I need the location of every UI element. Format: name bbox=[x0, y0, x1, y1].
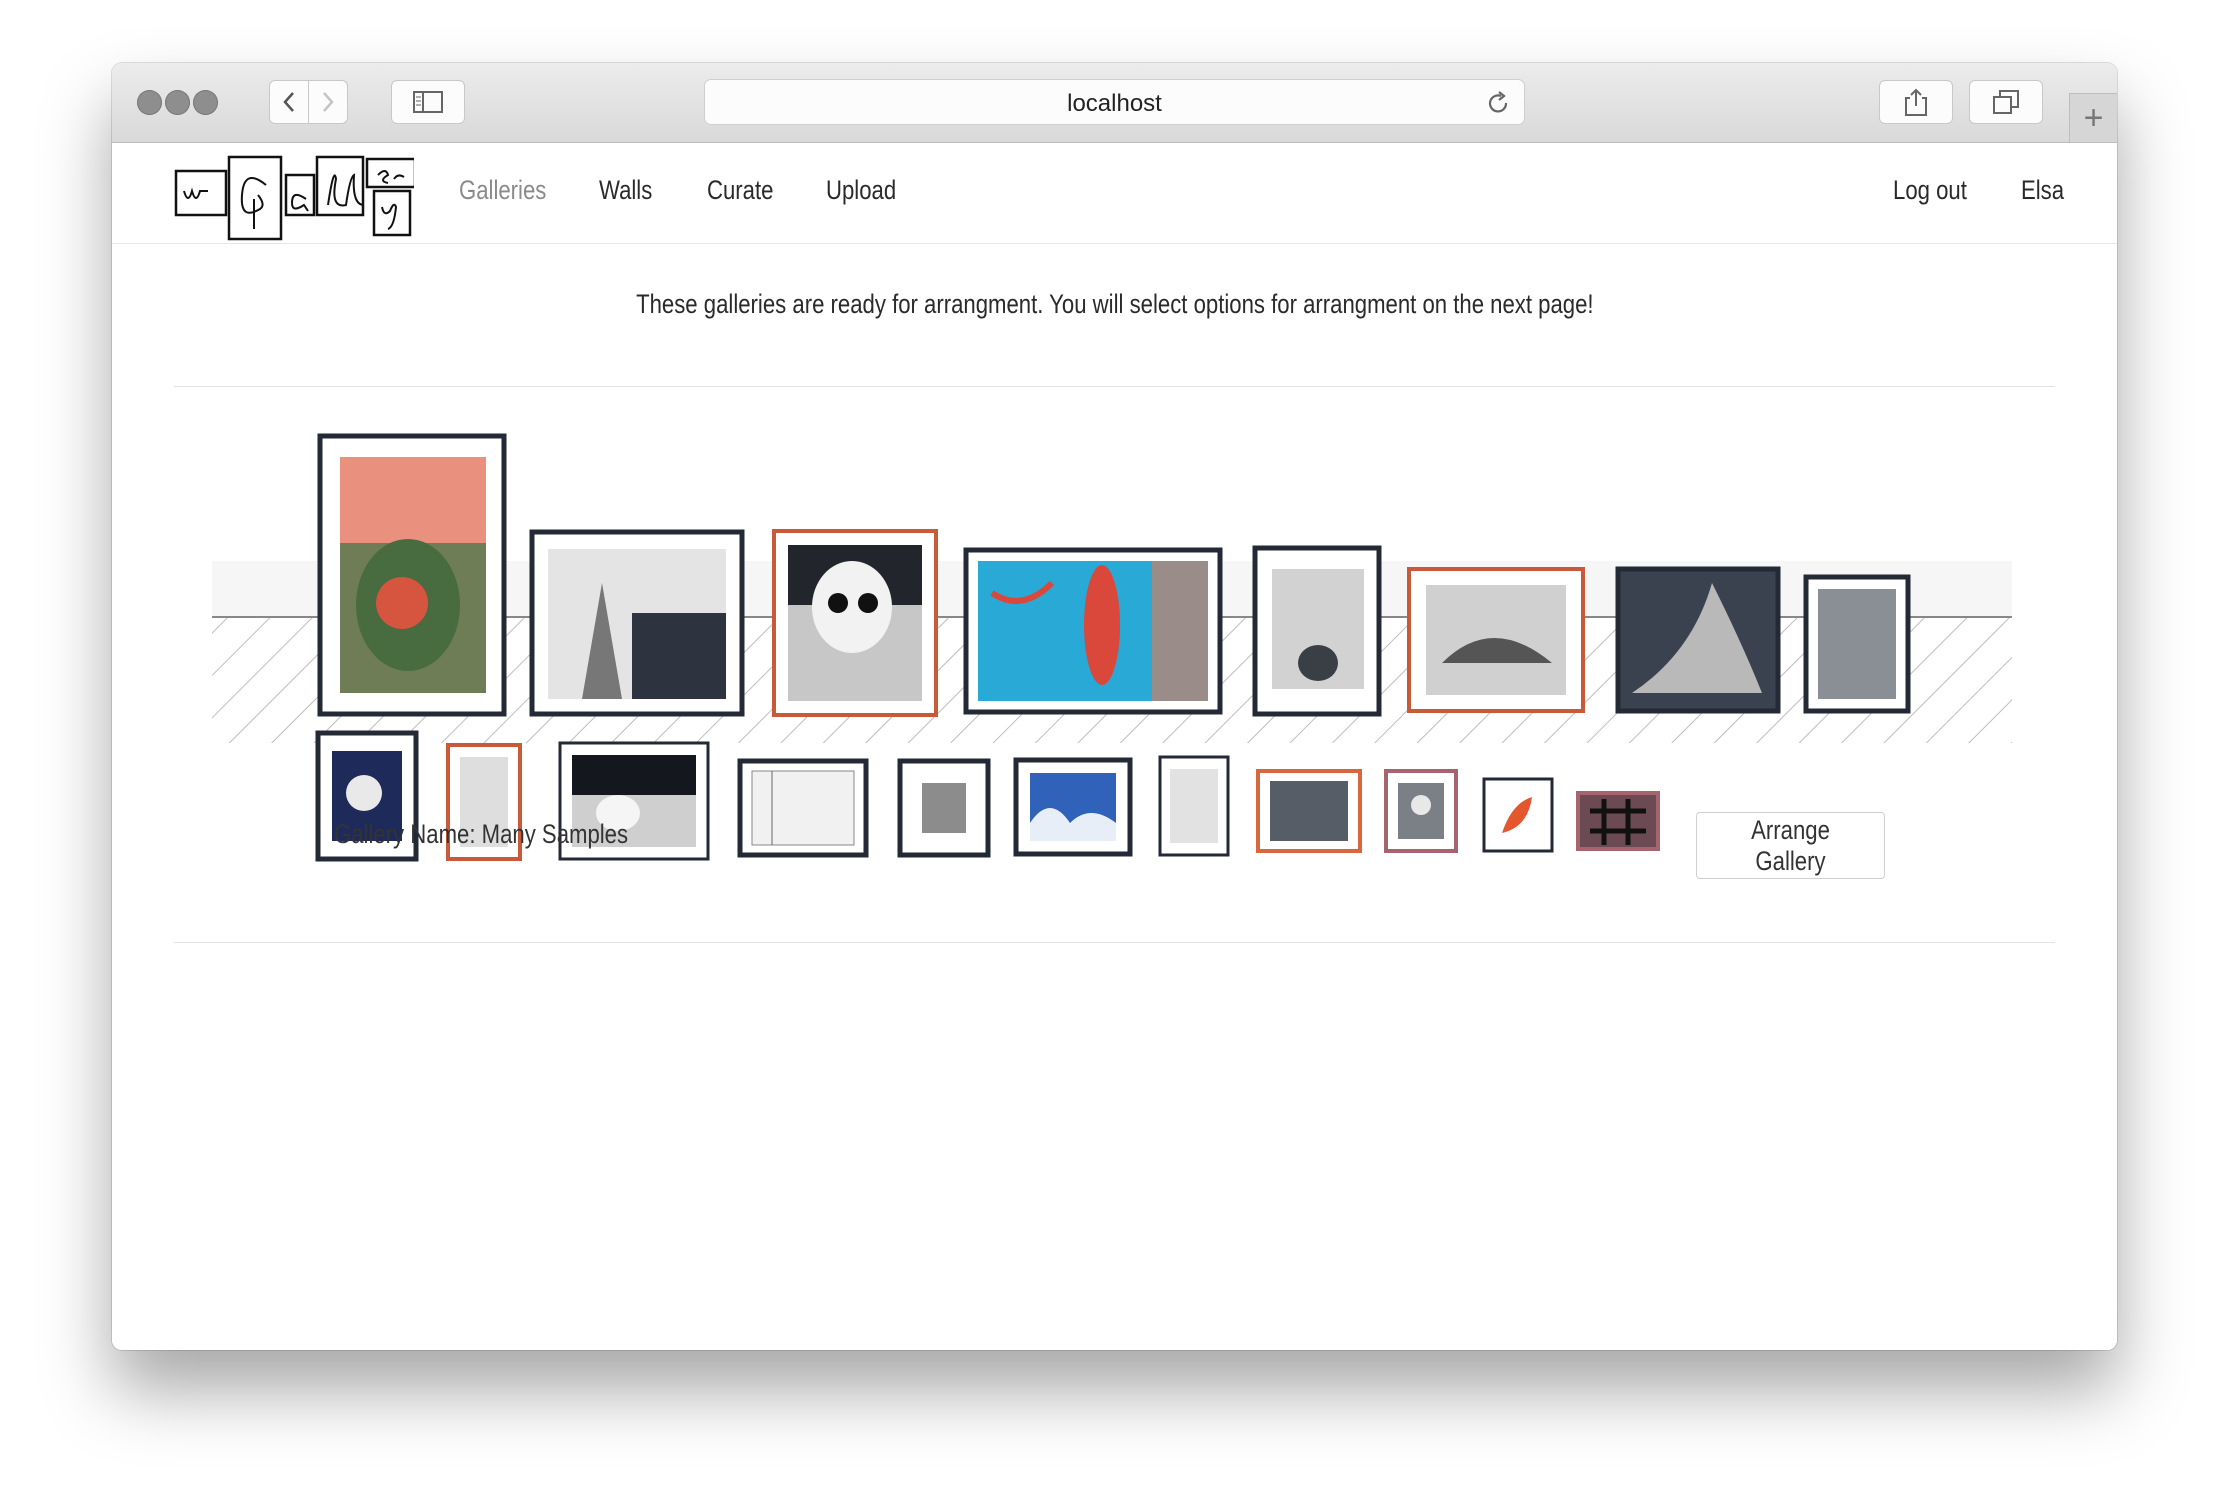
artwork-frame bbox=[1615, 566, 1781, 714]
browser-toolbar: localhost + bbox=[112, 63, 2117, 143]
artwork-frame bbox=[1013, 757, 1133, 857]
reload-icon[interactable] bbox=[1486, 90, 1510, 116]
nav-user[interactable]: Elsa bbox=[2021, 175, 2064, 206]
info-message: These galleries are ready for arrangment… bbox=[635, 289, 1594, 319]
chevron-right-icon bbox=[323, 92, 334, 112]
tabs-icon bbox=[1993, 90, 2019, 114]
artwork-frame bbox=[737, 758, 869, 858]
wgallery-logo[interactable] bbox=[174, 149, 414, 241]
share-icon bbox=[1905, 88, 1927, 116]
browser-window: localhost + Galleries Walls Curate Uploa… bbox=[112, 63, 2117, 1350]
plus-icon: + bbox=[2083, 98, 2104, 137]
chevron-left-icon bbox=[283, 92, 294, 112]
nav-curate[interactable]: Curate bbox=[707, 175, 773, 206]
url-text: localhost bbox=[1067, 90, 1162, 117]
tabs-overview-button[interactable] bbox=[1969, 80, 2043, 124]
top-navbar: Galleries Walls Curate Upload Log out El… bbox=[112, 143, 2117, 244]
artwork-frame bbox=[1407, 567, 1585, 713]
artwork-frame bbox=[772, 529, 938, 717]
divider-bottom bbox=[174, 942, 2055, 943]
artwork-frame bbox=[897, 758, 991, 858]
gallery-name: Gallery Name: Many Samples bbox=[334, 819, 629, 849]
artwork-frame bbox=[1803, 574, 1911, 714]
address-bar[interactable]: localhost bbox=[704, 79, 1525, 125]
artwork-frame bbox=[1576, 791, 1660, 851]
nav-walls[interactable]: Walls bbox=[599, 175, 652, 206]
share-button[interactable] bbox=[1879, 80, 1953, 124]
divider-top bbox=[174, 386, 2055, 387]
artwork-frame bbox=[1252, 545, 1382, 717]
gallery-wall-preview[interactable] bbox=[112, 393, 2117, 863]
artwork-frame bbox=[1158, 755, 1230, 857]
artwork-frame bbox=[1482, 777, 1554, 853]
new-tab-button[interactable]: + bbox=[2069, 93, 2117, 142]
close-window-button[interactable] bbox=[137, 90, 162, 115]
arrange-gallery-button[interactable]: Arrange Gallery bbox=[1696, 812, 1885, 879]
zoom-window-button[interactable] bbox=[193, 90, 218, 115]
forward-button[interactable] bbox=[308, 80, 348, 124]
artwork-frame bbox=[1384, 769, 1458, 853]
nav-galleries[interactable]: Galleries bbox=[459, 175, 546, 206]
artwork-frame bbox=[529, 529, 745, 717]
nav-upload[interactable]: Upload bbox=[826, 175, 896, 206]
sidebar-icon bbox=[413, 91, 443, 113]
page-content: Galleries Walls Curate Upload Log out El… bbox=[112, 143, 2117, 1350]
artwork-frame bbox=[1256, 769, 1362, 853]
minimize-window-button[interactable] bbox=[165, 90, 190, 115]
nav-logout[interactable]: Log out bbox=[1893, 175, 1967, 206]
sidebar-toggle-button[interactable] bbox=[391, 80, 465, 124]
artwork-frame bbox=[317, 433, 507, 717]
back-button[interactable] bbox=[269, 80, 309, 124]
artwork-frame bbox=[963, 547, 1223, 715]
